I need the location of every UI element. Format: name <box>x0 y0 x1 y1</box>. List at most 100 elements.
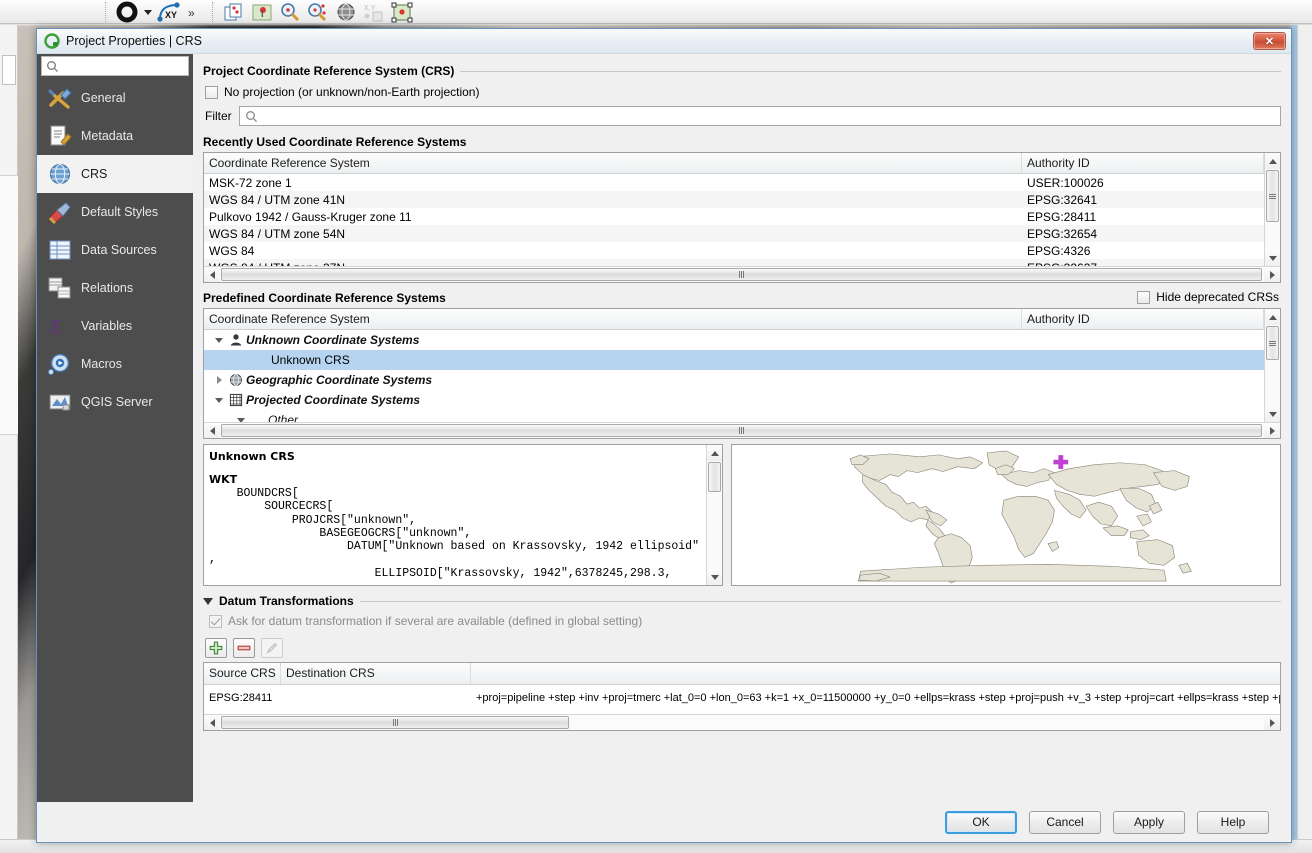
add-transformation-button[interactable] <box>205 638 227 658</box>
close-icon[interactable]: ✕ <box>1253 32 1286 50</box>
filter-input[interactable] <box>262 108 1280 124</box>
tree-item[interactable]: Geographic Coordinate Systems <box>204 370 1264 390</box>
expander-expand-icon[interactable] <box>212 376 226 384</box>
crs-wkt-panel[interactable]: Unknown CRS WKT BOUNDCRS[ SOURCECRS[ PRO… <box>203 444 723 586</box>
recent-horizontal-scrollbar[interactable] <box>204 266 1280 282</box>
crs-map-preview[interactable] <box>731 444 1281 586</box>
col-header-destination-crs[interactable]: Destination CRS <box>281 663 471 684</box>
col-header-authority[interactable]: Authority ID <box>1022 153 1264 173</box>
scroll-down-icon[interactable] <box>1265 406 1280 422</box>
datum-horizontal-scrollbar[interactable] <box>204 714 1280 730</box>
dropdown-arrow-icon[interactable] <box>142 1 154 23</box>
no-projection-checkbox[interactable] <box>205 85 218 99</box>
scroll-down-icon[interactable] <box>707 569 722 585</box>
sidebar-search-box[interactable] <box>41 56 189 76</box>
hide-deprecated-row[interactable]: Hide deprecated CRSs <box>1137 290 1279 304</box>
col-header-crs[interactable]: Coordinate Reference System <box>204 153 1022 173</box>
scroll-left-icon[interactable] <box>204 715 220 730</box>
scroll-left-icon[interactable] <box>204 423 220 438</box>
tree-item[interactable]: Projected Coordinate Systems <box>204 390 1264 410</box>
zoom-select-icon[interactable] <box>305 1 331 23</box>
recent-vertical-scrollbar[interactable] <box>1264 153 1280 266</box>
tree-item-selected[interactable]: Unknown CRS <box>204 350 1264 370</box>
scroll-up-icon[interactable] <box>1265 309 1280 325</box>
no-projection-row[interactable]: No projection (or unknown/non-Earth proj… <box>205 85 1281 99</box>
layer-panel-item[interactable] <box>2 55 16 85</box>
help-button[interactable]: Help <box>1197 810 1269 834</box>
hscroll-thumb[interactable] <box>221 268 1262 281</box>
sidebar-item-crs[interactable]: CRS <box>37 155 193 193</box>
scroll-right-icon[interactable] <box>1264 267 1280 282</box>
scroll-thumb[interactable] <box>1266 170 1279 222</box>
pin-map-icon[interactable] <box>249 1 275 23</box>
scroll-track[interactable] <box>1265 169 1280 250</box>
table-row[interactable]: EPSG:28411 +proj=pipeline +step +inv +pro… <box>204 685 1280 711</box>
tree-item[interactable]: Other <box>204 410 1264 422</box>
recent-crs-table[interactable]: Coordinate Reference System Authority ID… <box>203 152 1281 283</box>
sidebar-item-data-sources[interactable]: Data Sources <box>37 231 193 269</box>
filter-input-box[interactable] <box>238 106 1281 126</box>
scroll-thumb[interactable] <box>708 462 721 492</box>
sidebar-item-default-styles[interactable]: Default Styles <box>37 193 193 231</box>
scroll-track[interactable] <box>1265 325 1280 406</box>
scroll-left-icon[interactable] <box>204 267 220 282</box>
scroll-right-icon[interactable] <box>1264 715 1280 730</box>
xy-grid-icon[interactable]: X,Y <box>361 1 387 23</box>
expander-collapse-icon[interactable] <box>212 337 226 343</box>
sidebar-item-general[interactable]: General <box>37 79 193 117</box>
hscroll-thumb[interactable] <box>221 424 1262 437</box>
table-row[interactable]: WGS 84 / UTM zone 54N EPSG:32654 <box>204 225 1264 242</box>
remove-transformation-button[interactable] <box>233 638 255 658</box>
table-row[interactable]: WGS 84 / UTM zone 37NEPSG:32637 <box>204 259 1264 266</box>
table-row[interactable]: WGS 84 / UTM zone 41N EPSG:32641 <box>204 191 1264 208</box>
zoom-in-icon[interactable] <box>277 1 303 23</box>
overflow-chevron-icon[interactable]: » <box>184 1 206 23</box>
circle-tool-icon[interactable] <box>114 1 140 23</box>
expander-collapse-icon[interactable] <box>212 397 226 403</box>
scroll-thumb[interactable] <box>1266 326 1279 360</box>
tree-item[interactable]: Unknown Coordinate Systems <box>204 330 1264 350</box>
copy-features-icon[interactable] <box>221 1 247 23</box>
scroll-track[interactable] <box>707 461 722 569</box>
sidebar-item-relations[interactable]: Relations <box>37 269 193 307</box>
wkt-vertical-scrollbar[interactable] <box>706 445 722 585</box>
table-row[interactable]: Pulkovo 1942 / Gauss-Kruger zone 11 EPSG:… <box>204 208 1264 225</box>
scroll-up-icon[interactable] <box>1265 153 1280 169</box>
chevron-down-icon[interactable] <box>203 597 213 605</box>
col-header-crs[interactable]: Coordinate Reference System <box>204 309 1022 329</box>
canvas-vertical-scrollbar[interactable] <box>1297 25 1312 853</box>
ok-button[interactable]: OK <box>945 810 1017 834</box>
sidebar-item-variables[interactable]: Ɛ Variables <box>37 307 193 345</box>
sidebar-search-input[interactable] <box>62 59 188 73</box>
predefined-horizontal-scrollbar[interactable] <box>204 422 1280 438</box>
cancel-button[interactable]: Cancel <box>1029 810 1101 834</box>
sidebar-item-metadata[interactable]: Metadata <box>37 117 193 155</box>
hscroll-thumb[interactable] <box>221 716 569 729</box>
datum-transformations-header[interactable]: Datum Transformations <box>203 594 1281 608</box>
globe-icon[interactable] <box>333 1 359 23</box>
col-header-authority[interactable]: Authority ID <box>1022 309 1264 329</box>
hscroll-track[interactable] <box>220 423 1264 438</box>
cell-crs: WGS 84 <box>209 243 255 258</box>
hscroll-track[interactable] <box>220 267 1264 282</box>
dialog-titlebar[interactable]: Project Properties | CRS ✕ <box>37 29 1291 54</box>
select-polygon-icon[interactable] <box>389 1 415 23</box>
scroll-right-icon[interactable] <box>1264 423 1280 438</box>
col-header-source-crs[interactable]: Source CRS <box>204 663 281 684</box>
hide-deprecated-checkbox[interactable] <box>1137 290 1151 304</box>
apply-button[interactable]: Apply <box>1113 810 1185 834</box>
sidebar-filler <box>37 421 193 802</box>
datum-transformations-table[interactable]: Source CRS Destination CRS EPSG:28411 +pr… <box>203 662 1281 731</box>
scroll-down-icon[interactable] <box>1265 250 1280 266</box>
col-header-proj[interactable] <box>471 663 1280 684</box>
table-row[interactable]: MSK-72 zone 1 USER:100026 <box>204 174 1264 191</box>
table-row[interactable]: WGS 84 EPSG:4326 <box>204 242 1264 259</box>
hscroll-track[interactable] <box>220 715 1264 730</box>
predefined-crs-tree[interactable]: Coordinate Reference System Authority ID… <box>203 308 1281 439</box>
sidebar-item-qgis-server[interactable]: QGIS Server <box>37 383 193 421</box>
xy-curve-icon[interactable]: XY <box>156 1 182 23</box>
sidebar-item-macros[interactable]: Macros <box>37 345 193 383</box>
scroll-up-icon[interactable] <box>707 445 722 461</box>
browser-panel-area[interactable] <box>0 175 18 435</box>
predefined-vertical-scrollbar[interactable] <box>1264 309 1280 422</box>
